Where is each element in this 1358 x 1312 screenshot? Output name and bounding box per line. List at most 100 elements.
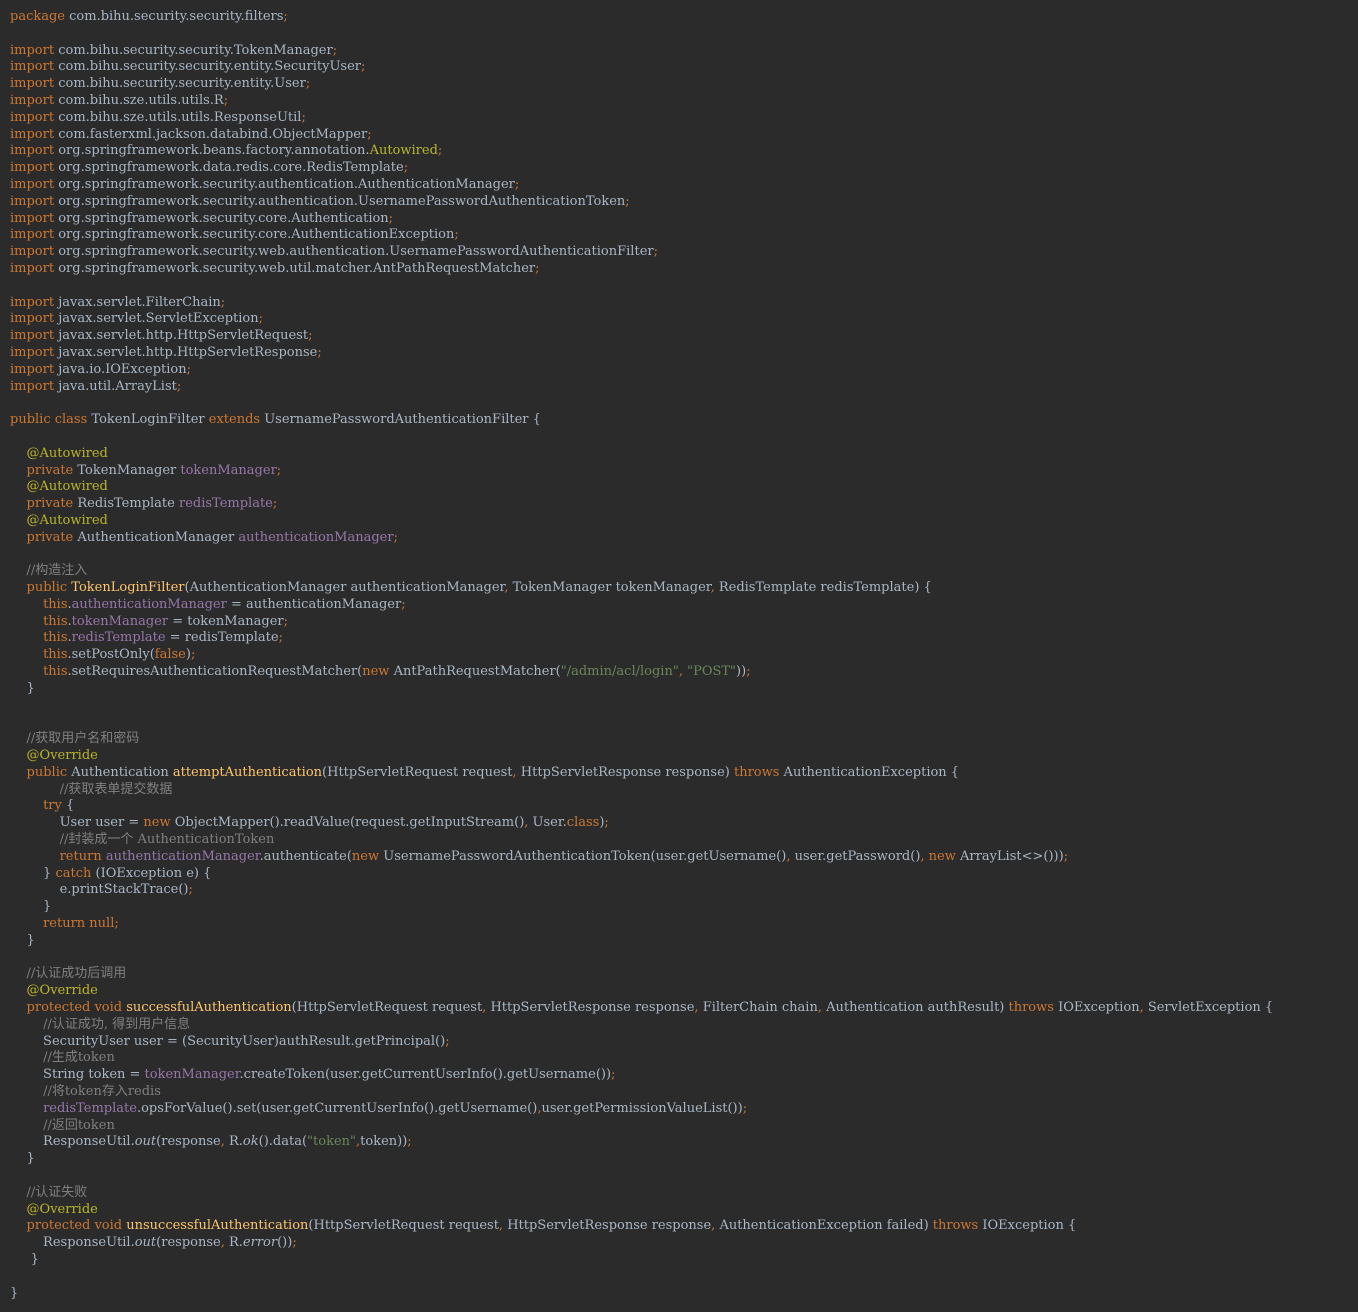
code-line: import org.springframework.security.core… [10, 211, 1358, 228]
code-token: ; [301, 109, 306, 125]
code-token: import [10, 143, 55, 159]
code-token: "/admin/acl/login" [560, 664, 679, 680]
code-token: FilterChain chain [698, 1000, 818, 1016]
code-token: this [43, 664, 68, 680]
code-token: R. [224, 1235, 243, 1251]
code-token: user.getPermissionValueList()) [541, 1100, 743, 1116]
code-line: //构造注入 [10, 563, 1358, 580]
code-token: { [61, 798, 75, 814]
code-line: this.authenticationManager = authenticat… [10, 597, 1358, 614]
code-token: ; [283, 613, 289, 629]
code-token: UsernamePasswordAuthenticationToken(user… [379, 848, 787, 864]
code-token: com.bihu.security.security.entity.Securi… [54, 59, 362, 75]
code-token: //返回token [43, 1117, 115, 1133]
code-line: try { [10, 798, 1358, 815]
code-token: ; [305, 76, 311, 92]
code-token: //获取用户名和密码 [26, 731, 140, 747]
code-token: Autowired [369, 143, 438, 159]
code-token: @Override [26, 748, 98, 764]
code-token: extends [208, 412, 261, 428]
code-token: javax.servlet.http.HttpServletRequest [54, 328, 309, 344]
code-line: import com.bihu.security.security.entity… [10, 76, 1358, 93]
code-token: com.bihu.security.security.filters [65, 9, 284, 24]
code-token: ; [625, 193, 630, 209]
code-token: Authentication authResult) [821, 1000, 1009, 1016]
code-token: authenticationManager [71, 596, 227, 612]
code-line: package com.bihu.security.security.filte… [10, 9, 1358, 26]
code-token: redisTemplate [71, 630, 166, 646]
code-token: HttpServletResponse response [486, 1000, 695, 1016]
code-token: } [10, 932, 35, 948]
code-token: public [26, 580, 68, 596]
code-token: tokenManager [71, 613, 169, 629]
code-token: import [10, 176, 55, 192]
code-token: ; [317, 344, 322, 360]
code-token: out [134, 1134, 157, 1150]
code-token: import [10, 361, 55, 377]
code-token: import [10, 344, 55, 360]
code-token: ; [223, 92, 229, 108]
code-token: @Override [26, 983, 98, 999]
code-line: //将token存入redis [10, 1084, 1358, 1101]
code-token: String token = [10, 1067, 145, 1083]
code-line: import com.fasterxml.jackson.databind.Ob… [10, 127, 1358, 144]
code-token: org.springframework.security.authenticat… [54, 176, 515, 192]
code-token: @Autowired [26, 512, 108, 528]
code-token: false [154, 647, 186, 663]
code-token: User. [528, 815, 567, 831]
code-line: this.setRequiresAuthenticationRequestMat… [10, 664, 1358, 681]
code-line: import java.io.IOException; [10, 362, 1358, 379]
code-token: ; [292, 1235, 297, 1251]
code-token: .createToken(user.getCurrentUserInfo().g… [239, 1067, 612, 1083]
code-token: com.bihu.sze.utils.utils.ResponseUtil [54, 109, 302, 125]
code-token: (IOException e) { [91, 865, 212, 881]
code-editor[interactable]: package com.bihu.security.security.filte… [0, 0, 1358, 1312]
code-line: return null; [10, 916, 1358, 933]
code-line: this.tokenManager = tokenManager; [10, 614, 1358, 631]
code-line: @Override [10, 1202, 1358, 1219]
code-token: TokenLoginFilter [87, 412, 209, 428]
code-token: this [43, 613, 68, 629]
code-line: import javax.servlet.http.HttpServletRes… [10, 345, 1358, 362]
code-line: private TokenManager tokenManager; [10, 463, 1358, 480]
code-token: ; [176, 378, 182, 394]
code-token: java.io.IOException [54, 361, 187, 377]
code-token: (HttpServletRequest request [308, 1218, 499, 1234]
code-token: ObjectMapper().readValue(request.getInpu… [170, 815, 525, 831]
code-token: org.springframework.security.authenticat… [54, 193, 626, 209]
code-line: redisTemplate.opsForValue().set(user.get… [10, 1101, 1358, 1118]
code-token: import [10, 193, 55, 209]
code-token: = redisTemplate [165, 630, 279, 646]
code-token: unsuccessfulAuthentication [126, 1218, 309, 1234]
code-token: package [10, 9, 65, 24]
code-token: } [10, 1251, 39, 1267]
code-token: import [10, 227, 55, 243]
code-token: ; [308, 328, 313, 344]
code-token: ; [611, 1067, 616, 1083]
code-line: ResponseUtil.out(response, R.error()); [10, 1235, 1358, 1252]
code-line: public class TokenLoginFilter extends Us… [10, 412, 1358, 429]
code-token: ; [653, 244, 658, 260]
code-token: )) [736, 664, 747, 680]
code-token: //认证成功, 得到用户信息 [43, 1016, 191, 1032]
code-token: protected void [26, 1000, 123, 1016]
code-line: e.printStackTrace(); [10, 882, 1358, 899]
